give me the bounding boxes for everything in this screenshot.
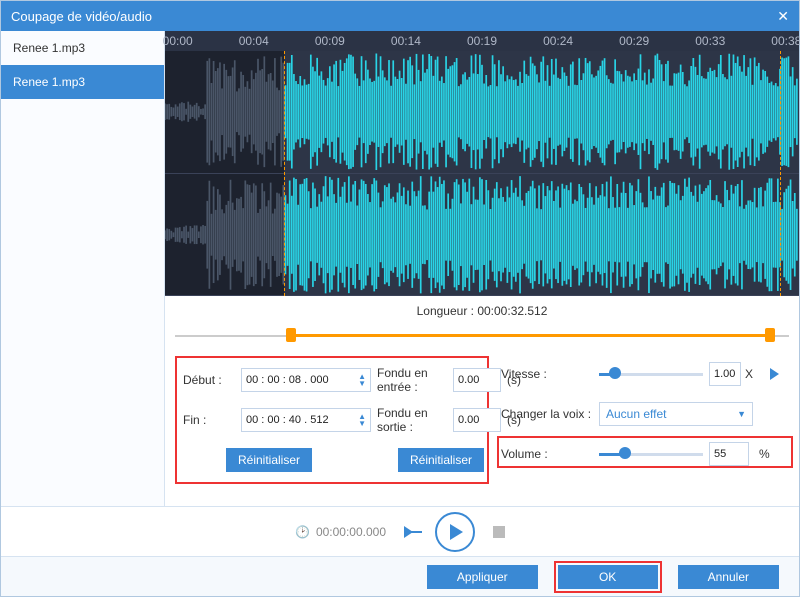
- voice-value: Aucun effet: [606, 407, 667, 421]
- trim-group: Début : 00 : 00 : 08 . 000 ▲▼ Fondu en e…: [175, 356, 489, 484]
- length-label: Longueur : 00:00:32.512: [165, 296, 799, 326]
- sidebar-item-file[interactable]: Renee 1.mp3: [1, 31, 164, 65]
- play-icon: [450, 524, 463, 540]
- stop-button[interactable]: [493, 526, 505, 538]
- waveform-area[interactable]: 00:0000:0400:0900:1400:1900:2400:2900:33…: [165, 31, 799, 296]
- speed-label: Vitesse :: [501, 367, 593, 381]
- highlight-annotation: [497, 436, 793, 468]
- close-icon[interactable]: ✕: [777, 8, 789, 25]
- play-button[interactable]: [435, 512, 475, 552]
- end-label: Fin :: [183, 413, 235, 427]
- spinner-icon[interactable]: ▲▼: [358, 373, 366, 387]
- selection-start-marker[interactable]: [284, 51, 285, 296]
- playback-bar: 🕑 00:00:00.000: [1, 506, 799, 556]
- apply-button[interactable]: Appliquer: [427, 565, 538, 589]
- step-icon[interactable]: [404, 526, 417, 538]
- waveform-top: [165, 51, 799, 173]
- sidebar-item-file[interactable]: Renee 1.mp3: [1, 65, 164, 99]
- preview-speed-icon[interactable]: [759, 368, 789, 380]
- waveform-bottom: [165, 174, 799, 296]
- start-time-input[interactable]: 00 : 00 : 08 . 000 ▲▼: [241, 368, 371, 392]
- selection-range-handle[interactable]: [290, 330, 770, 340]
- clock-icon: 🕑: [295, 525, 310, 539]
- spinner-icon[interactable]: ▲▼: [358, 413, 366, 427]
- scrub-bar[interactable]: [175, 326, 789, 346]
- fadein-input[interactable]: 0.00: [453, 368, 501, 392]
- playback-time: 🕑 00:00:00.000: [295, 525, 386, 539]
- highlight-annotation: OK: [554, 561, 662, 593]
- ok-button[interactable]: OK: [558, 565, 658, 589]
- title-bar: Coupage de vidéo/audio ✕: [1, 1, 799, 31]
- speed-unit: X: [745, 367, 753, 381]
- fadeout-input[interactable]: 0.00: [453, 408, 501, 432]
- reset-fade-button[interactable]: Réinitialiser: [398, 448, 484, 472]
- cancel-button[interactable]: Annuler: [678, 565, 779, 589]
- file-sidebar: Renee 1.mp3 Renee 1.mp3: [1, 31, 165, 506]
- end-time-input[interactable]: 00 : 00 : 40 . 512 ▲▼: [241, 408, 371, 432]
- dialog-footer: Appliquer OK Annuler: [1, 556, 799, 596]
- chevron-down-icon: ▼: [737, 409, 746, 419]
- speed-slider[interactable]: [599, 362, 703, 386]
- selection-end-marker[interactable]: [780, 51, 781, 296]
- timeline-ruler: 00:0000:0400:0900:1400:1900:2400:2900:33…: [165, 31, 799, 51]
- fadeout-label: Fondu en sortie :: [377, 406, 447, 434]
- speed-value-input[interactable]: 1.00: [709, 362, 741, 386]
- window-title: Coupage de vidéo/audio: [11, 9, 152, 24]
- stop-icon: [493, 526, 505, 538]
- voice-select[interactable]: Aucun effet ▼: [599, 402, 753, 426]
- start-label: Début :: [183, 373, 235, 387]
- effects-group: Vitesse : 1.00 X Changer la voix : Aucun…: [501, 356, 789, 484]
- voice-label: Changer la voix :: [501, 407, 593, 421]
- fadein-label: Fondu en entrée :: [377, 366, 447, 394]
- waveform-display[interactable]: [165, 51, 799, 296]
- reset-trim-button[interactable]: Réinitialiser: [226, 448, 312, 472]
